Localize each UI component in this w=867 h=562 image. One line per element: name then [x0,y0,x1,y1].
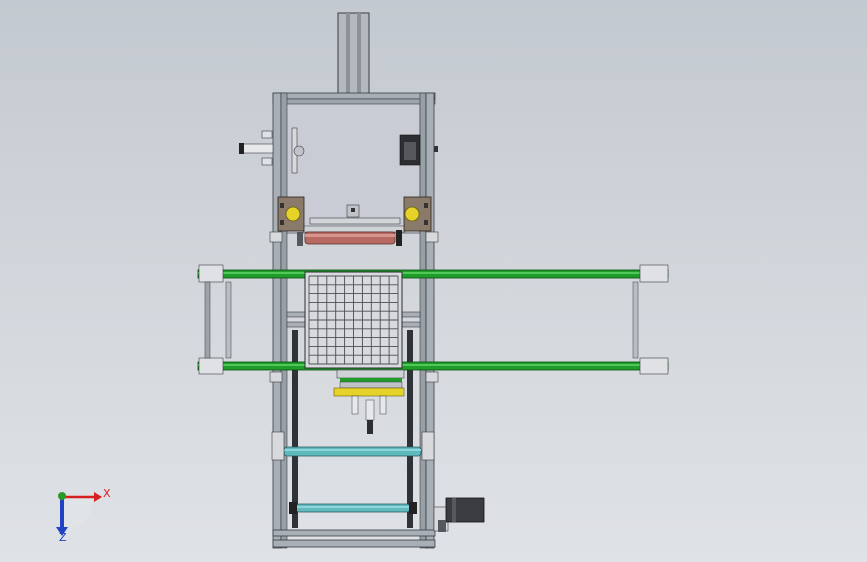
machine-assembly-drawing[interactable] [0,0,867,562]
y-axis-marker [58,492,66,500]
cad-viewport[interactable]: X Y Z [0,0,867,562]
x-axis-arrow [94,492,102,502]
coordinate-triad [56,492,102,536]
right-roller-bracket [403,196,432,232]
left-roller-bracket [277,196,305,232]
z-axis-label: Z [59,531,67,544]
x-axis-label: X [103,487,111,500]
press-unit [333,369,405,434]
left-valve-assembly [239,127,305,174]
grid-mold-block [304,271,403,369]
stepper-motor [433,497,485,532]
top-column [337,12,370,96]
